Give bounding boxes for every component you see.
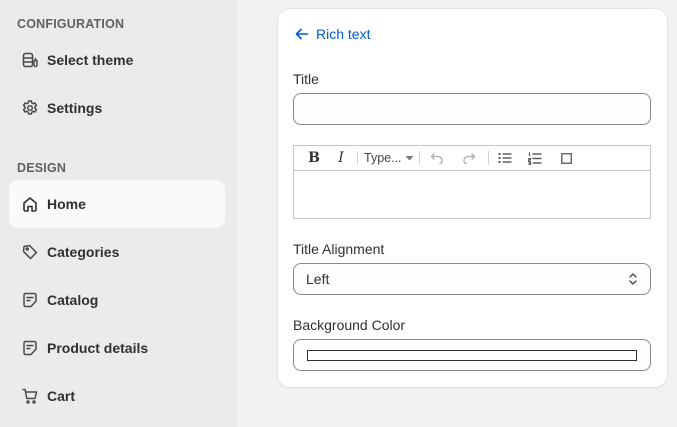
background-color-picker[interactable] <box>293 339 651 371</box>
toolbar-divider <box>488 151 489 165</box>
home-icon <box>21 195 39 213</box>
sidebar-item-label: Product details <box>47 340 149 356</box>
type-dropdown-label: Type... <box>364 151 402 165</box>
gear-icon <box>21 99 39 117</box>
toolbar-divider <box>419 151 420 165</box>
catalog-icon <box>21 291 39 309</box>
product-icon <box>21 339 39 357</box>
toolbar-divider <box>357 151 358 165</box>
bullet-list-icon <box>498 153 512 163</box>
block-button[interactable] <box>560 150 572 166</box>
sidebar-item-cart[interactable]: Cart <box>9 372 225 420</box>
undo-button[interactable] <box>430 150 444 166</box>
back-link[interactable]: Rich text <box>294 25 370 43</box>
sidebar-item-select-theme[interactable]: Select theme <box>9 36 225 84</box>
title-alignment-select[interactable]: Left <box>293 263 651 295</box>
cart-icon <box>21 387 39 405</box>
background-color-label: Background Color <box>293 317 406 333</box>
back-link-label: Rich text <box>316 26 371 42</box>
color-swatch <box>307 350 637 361</box>
rich-text-editor: B I Type... <box>293 145 651 219</box>
sidebar-item-label: Cart <box>47 388 76 404</box>
numbered-list-icon <box>528 152 542 165</box>
sidebar-item-product-details[interactable]: Product details <box>9 324 225 372</box>
sidebar-item-label: Home <box>47 196 86 212</box>
square-icon <box>560 152 572 164</box>
sidebar: CONFIGURATION Select theme Settings DESI… <box>0 0 237 427</box>
chevron-updown-icon <box>629 273 637 285</box>
design-heading: DESIGN <box>17 161 67 175</box>
sidebar-item-home[interactable]: Home <box>9 180 225 228</box>
undo-icon <box>430 153 443 164</box>
sidebar-item-label: Catalog <box>47 292 99 308</box>
configuration-heading: CONFIGURATION <box>17 17 125 31</box>
theme-icon <box>21 51 39 69</box>
sidebar-item-categories[interactable]: Categories <box>9 228 225 276</box>
settings-card: Rich text Title B I Type... Title Alignm… <box>278 9 667 387</box>
main-area: Rich text Title B I Type... Title Alignm… <box>237 0 677 427</box>
title-label: Title <box>293 71 319 87</box>
type-dropdown[interactable]: Type... <box>364 150 416 166</box>
title-alignment-label: Title Alignment <box>293 241 385 257</box>
bold-button[interactable]: B <box>307 150 321 166</box>
numbered-list-button[interactable] <box>528 150 542 166</box>
redo-icon <box>463 153 476 164</box>
sidebar-item-label: Select theme <box>47 52 134 68</box>
sidebar-item-settings[interactable]: Settings <box>9 84 225 132</box>
tag-icon <box>21 243 39 261</box>
title-input[interactable] <box>293 93 651 125</box>
bullet-list-button[interactable] <box>498 150 512 166</box>
sidebar-item-label: Settings <box>47 100 103 116</box>
arrow-left-icon <box>295 28 309 40</box>
sidebar-item-catalog[interactable]: Catalog <box>9 276 225 324</box>
title-alignment-value: Left <box>306 271 330 287</box>
caret-down-icon <box>405 156 414 161</box>
italic-button[interactable]: I <box>336 150 346 166</box>
redo-button[interactable] <box>462 150 476 166</box>
editor-toolbar: B I Type... <box>294 146 650 171</box>
sidebar-item-label: Categories <box>47 244 120 260</box>
editor-content[interactable] <box>294 171 650 218</box>
